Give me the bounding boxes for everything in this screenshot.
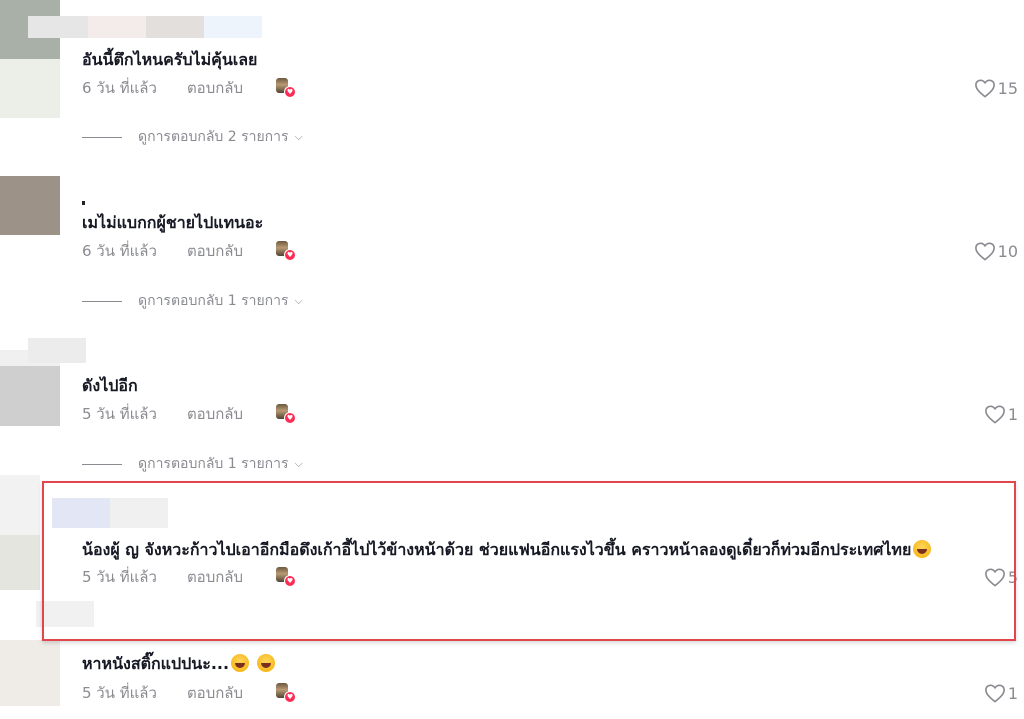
like-button[interactable]: 10 xyxy=(974,240,1018,262)
reply-button[interactable]: ตอบกลับ xyxy=(187,681,243,705)
comment-time: 6 วัน ที่แล้ว xyxy=(82,242,157,260)
chevron-down-icon: ⌵ xyxy=(294,457,303,470)
reply-button[interactable]: ตอบกลับ xyxy=(187,76,243,100)
comment-meta: 6 วัน ที่แล้ว ตอบกลับ ♥ xyxy=(82,239,297,263)
chevron-down-icon: ⌵ xyxy=(294,130,303,143)
comment-text: อันนี้ตึกไหนครับไม่คุ้นเลย xyxy=(82,50,258,69)
avatar[interactable] xyxy=(0,640,60,706)
comment-meta: 5 วัน ที่แล้ว ตอบกลับ ♥ xyxy=(82,402,297,426)
comment-text: หาหนังสติ๊กแปปนะ... xyxy=(82,654,275,674)
comment-time: 6 วัน ที่แล้ว xyxy=(82,79,157,97)
heart-outline-icon xyxy=(974,242,995,261)
comment-item: น้องผู้ ญ จังหวะก้าวไปเอาอีกมือดึงเก้าอี… xyxy=(0,475,1024,635)
reply-button[interactable]: ตอบกลับ xyxy=(187,565,243,589)
comment-item: เมไม่แบกกผู้ชายไปแทนอะ 6 วัน ที่แล้ว ตอบ… xyxy=(0,170,1024,320)
creator-liked-badge-icon: ♥ xyxy=(275,241,297,261)
view-replies-label: ดูการตอบกลับ 1 รายการ xyxy=(138,456,289,472)
creator-liked-badge-icon: ♥ xyxy=(275,567,297,587)
like-count: 1 xyxy=(1007,404,1018,424)
comment-item: ดังไปอีก 5 วัน ที่แล้ว ตอบกลับ ♥ 1 ดูการ… xyxy=(0,335,1024,480)
reply-button[interactable]: ตอบกลับ xyxy=(187,402,243,426)
heart-outline-icon xyxy=(974,79,995,98)
comment-item: หาหนังสติ๊กแปปนะ... 5 วัน ที่แล้ว ตอบกลั… xyxy=(0,640,1024,719)
view-replies-button[interactable]: ดูการตอบกลับ 2 รายการ ⌵ xyxy=(82,127,303,147)
like-count: 10 xyxy=(997,241,1018,261)
heart-outline-icon xyxy=(984,405,1005,424)
comment-time: 5 วัน ที่แล้ว xyxy=(82,568,157,586)
heart-outline-icon xyxy=(984,568,1005,587)
comment-text-body: หาหนังสติ๊กแปปนะ... xyxy=(82,654,230,673)
like-count: 1 xyxy=(1007,683,1018,703)
username-censored[interactable] xyxy=(28,338,86,363)
laughing-emoji-icon xyxy=(256,654,275,672)
comment-meta: 6 วัน ที่แล้ว ตอบกลับ ♥ xyxy=(82,76,297,100)
laughing-emoji-icon xyxy=(231,654,250,672)
username-censored xyxy=(82,201,85,205)
comment-text: ดังไปอีก xyxy=(82,376,138,395)
laughing-emoji-icon xyxy=(913,540,932,558)
view-replies-label: ดูการตอบกลับ 2 รายการ xyxy=(138,129,289,145)
username-censored xyxy=(36,601,94,627)
comment-meta: 5 วัน ที่แล้ว ตอบกลับ ♥ xyxy=(82,681,297,705)
divider-line xyxy=(82,463,122,465)
avatar[interactable] xyxy=(0,176,60,235)
comment-text: เมไม่แบกกผู้ชายไปแทนอะ xyxy=(82,213,264,232)
like-button[interactable]: 5 xyxy=(984,566,1018,588)
view-replies-button[interactable]: ดูการตอบกลับ 1 รายการ ⌵ xyxy=(82,291,303,311)
like-button[interactable]: 1 xyxy=(984,403,1018,425)
divider-line xyxy=(82,136,122,138)
creator-liked-badge-icon: ♥ xyxy=(275,683,297,703)
like-button[interactable]: 15 xyxy=(974,77,1018,99)
view-replies-button[interactable]: ดูการตอบกลับ 1 รายการ ⌵ xyxy=(82,454,303,474)
like-button[interactable]: 1 xyxy=(984,682,1018,704)
comment-text-body: น้องผู้ ญ จังหวะก้าวไปเอาอีกมือดึงเก้าอี… xyxy=(82,540,912,559)
like-count: 5 xyxy=(1007,567,1018,587)
username-censored[interactable] xyxy=(28,16,262,38)
comment-item: อันนี้ตึกไหนครับไม่คุ้นเลย 6 วัน ที่แล้ว… xyxy=(0,0,1024,160)
heart-outline-icon xyxy=(984,684,1005,703)
like-count: 15 xyxy=(997,78,1018,98)
comment-time: 5 วัน ที่แล้ว xyxy=(82,684,157,702)
comment-meta: 5 วัน ที่แล้ว ตอบกลับ ♥ xyxy=(82,565,297,589)
reply-button[interactable]: ตอบกลับ xyxy=(187,239,243,263)
creator-liked-badge-icon: ♥ xyxy=(275,78,297,98)
chevron-down-icon: ⌵ xyxy=(294,294,303,307)
comment-text: น้องผู้ ญ จังหวะก้าวไปเอาอีกมือดึงเก้าอี… xyxy=(82,540,932,560)
avatar[interactable] xyxy=(0,475,40,590)
comment-list: อันนี้ตึกไหนครับไม่คุ้นเลย 6 วัน ที่แล้ว… xyxy=(0,0,1024,719)
view-replies-label: ดูการตอบกลับ 1 รายการ xyxy=(138,293,289,309)
username-censored[interactable] xyxy=(52,498,168,528)
divider-line xyxy=(82,300,122,302)
creator-liked-badge-icon: ♥ xyxy=(275,404,297,424)
comment-time: 5 วัน ที่แล้ว xyxy=(82,405,157,423)
